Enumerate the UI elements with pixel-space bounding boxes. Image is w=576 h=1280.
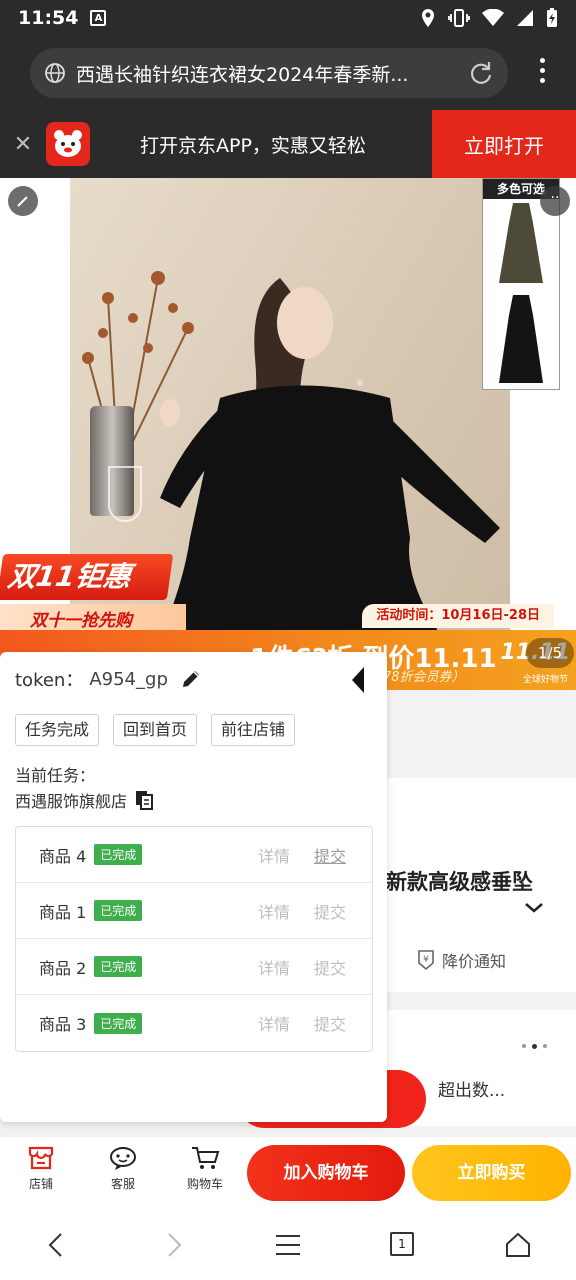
edit-image-icon[interactable] xyxy=(8,186,38,216)
bottom-action-bar: 店铺 客服 购物车 加入购物车 立即购买 xyxy=(0,1136,576,1210)
status-badge: 已完成 xyxy=(94,900,143,921)
more-options-icon[interactable] xyxy=(540,58,546,88)
chat-icon xyxy=(110,1147,136,1170)
submit-link[interactable]: 提交 xyxy=(314,843,346,867)
spec-card: 超出数... xyxy=(236,1010,576,1128)
pencil-icon[interactable] xyxy=(180,668,202,690)
current-task-label: 当前任务： xyxy=(15,766,96,785)
token-value: A954_gp xyxy=(89,668,168,690)
table-row: 商品 1 已完成 详情 提交 xyxy=(16,883,372,939)
status-badge: 已完成 xyxy=(94,1012,143,1034)
activity-time: 活动时间：10月16日-28日 xyxy=(362,604,554,628)
detail-link[interactable]: 详情 xyxy=(258,899,290,923)
store-button[interactable]: 店铺 xyxy=(13,1145,69,1192)
close-icon[interactable]: ✕ xyxy=(0,132,46,157)
double11-sub: 全球好物节 xyxy=(522,675,568,685)
forward-icon[interactable] xyxy=(164,1232,184,1258)
buy-now-button[interactable]: 立即购买 xyxy=(412,1145,571,1201)
jd-logo xyxy=(46,122,90,166)
address-bar[interactable]: 西遇长袖针织连衣裙女2024年春季新... xyxy=(30,48,508,98)
table-row: 商品 3 已完成 详情 提交 xyxy=(16,995,372,1051)
page-title: 西遇长袖针织连衣裙女2024年春季新... xyxy=(76,63,409,86)
globe-icon xyxy=(45,63,65,83)
status-bar: 11:54 A xyxy=(0,0,576,36)
token-row: token： A954_gp xyxy=(15,666,202,692)
price-tag-icon: ¥ xyxy=(418,950,434,971)
home-icon[interactable] xyxy=(504,1232,532,1258)
product-info-card: 新款高级感垂坠 ¥ 降价通知 xyxy=(386,778,576,992)
detail-link[interactable]: 详情 xyxy=(258,843,290,867)
cart-icon xyxy=(192,1147,220,1169)
svg-text:¥: ¥ xyxy=(423,955,429,965)
status-badge: 已完成 xyxy=(94,844,143,865)
current-task-shop: 西遇服饰旗舰店 xyxy=(15,788,154,812)
add-to-cart-button[interactable]: 加入购物车 xyxy=(247,1145,405,1201)
carousel-dots xyxy=(522,1044,547,1049)
promo-badge: 双11钜惠 双十一抢先购 xyxy=(0,526,190,638)
wifi-icon xyxy=(482,9,504,26)
collapse-panel-icon[interactable] xyxy=(350,666,366,694)
product-name: 商品 1 xyxy=(39,902,87,922)
detail-link[interactable]: 详情 xyxy=(258,955,290,979)
store-icon xyxy=(28,1146,54,1170)
product-name: 商品 3 xyxy=(39,1015,87,1034)
exceed-text: 超出数... xyxy=(438,1081,506,1101)
task-product-table: 商品 4 已完成 详情 提交 商品 1 已完成 详情 提交 商品 2 已完成 详… xyxy=(15,826,373,1052)
browser-toolbar: 西遇长袖针织连衣裙女2024年春季新... xyxy=(0,36,576,110)
clock: 11:54 xyxy=(18,7,79,29)
copy-icon[interactable] xyxy=(135,790,154,810)
customer-service-button[interactable]: 客服 xyxy=(95,1145,151,1192)
table-row: 商品 2 已完成 详情 提交 xyxy=(16,939,372,995)
token-label: token： xyxy=(15,670,84,691)
task-panel: token： A954_gp 任务完成 回到首页 前往店铺 当前任务： 西遇服饰… xyxy=(0,652,387,1122)
open-app-button[interactable]: 立即打开 xyxy=(432,110,576,178)
browser-nav-bar: 1 xyxy=(0,1210,576,1280)
chevron-down-icon[interactable] xyxy=(524,902,544,914)
reload-icon[interactable] xyxy=(468,60,494,86)
submit-link[interactable]: 提交 xyxy=(314,1011,346,1035)
go-store-button[interactable]: 前往店铺 xyxy=(211,714,296,746)
product-name: 商品 4 xyxy=(39,846,87,866)
product-name: 商品 2 xyxy=(39,958,87,978)
image-page-indicator: 1/5 xyxy=(526,638,574,668)
product-image-carousel[interactable]: 多色可选 ·· 双11钜惠 双十一抢先购 活动时间：10月16日-28日 1件6… xyxy=(0,178,576,690)
task-complete-button[interactable]: 任务完成 xyxy=(15,714,100,746)
status-badge: 已完成 xyxy=(94,956,143,977)
table-row: 商品 4 已完成 详情 提交 xyxy=(16,827,372,883)
app-promo-banner: ✕ 打开京东APP，实惠又轻松 立即打开 xyxy=(0,110,576,178)
price-notify-button[interactable]: ¥ 降价通知 xyxy=(416,948,506,972)
detail-link[interactable]: 详情 xyxy=(258,1011,290,1035)
cart-button[interactable]: 购物车 xyxy=(177,1145,233,1192)
banner-message: 打开京东APP，实惠又轻松 xyxy=(140,134,366,157)
submit-link[interactable]: 提交 xyxy=(314,899,346,923)
product-name: 新款高级感垂坠 xyxy=(386,870,533,894)
notification-badge: A xyxy=(90,10,107,26)
menu-icon[interactable] xyxy=(274,1232,302,1258)
location-icon xyxy=(422,9,434,27)
back-icon[interactable] xyxy=(46,1232,66,1258)
vibrate-icon xyxy=(448,9,470,27)
dress-swatches xyxy=(499,203,543,383)
tabs-icon[interactable]: 1 xyxy=(390,1232,414,1256)
battery-icon xyxy=(547,8,557,27)
signal-icon xyxy=(517,10,533,26)
image-more-icon[interactable]: ·· xyxy=(540,186,570,216)
submit-link[interactable]: 提交 xyxy=(314,955,346,979)
back-home-button[interactable]: 回到首页 xyxy=(113,714,198,746)
